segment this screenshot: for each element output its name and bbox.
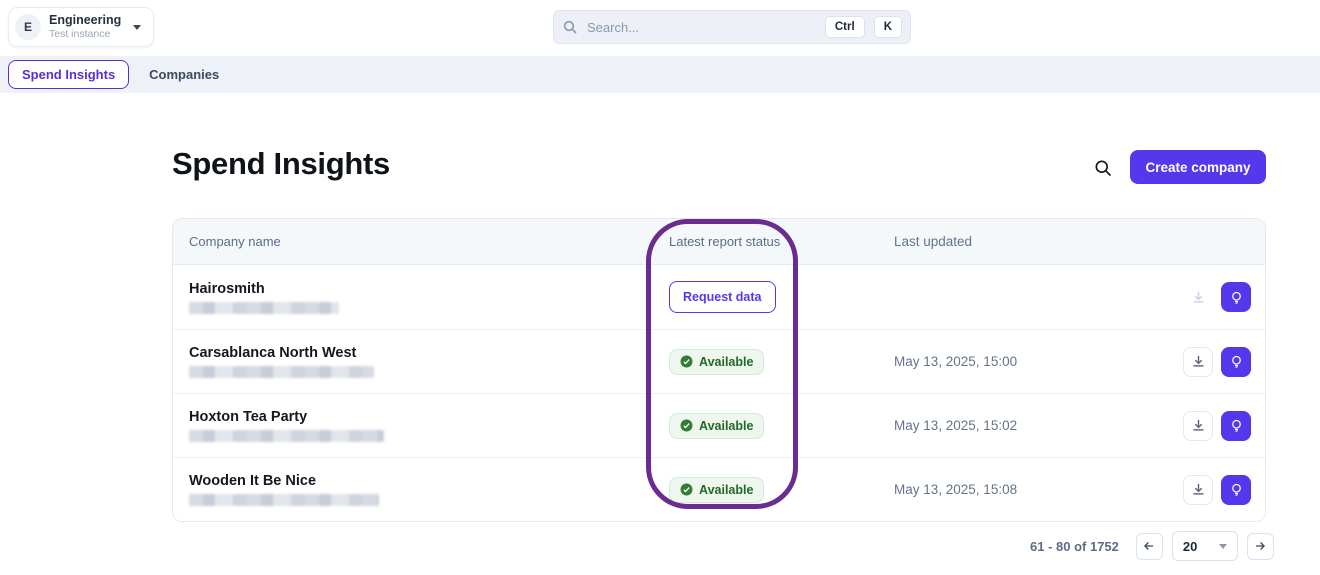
workspace-avatar: E xyxy=(15,14,41,40)
download-icon xyxy=(1193,483,1203,495)
pagination: 61 - 80 of 1752 20 xyxy=(1030,531,1274,561)
search-placeholder: Search... xyxy=(587,19,640,35)
last-updated: May 13, 2025, 15:02 xyxy=(894,418,1018,433)
create-company-button[interactable]: Create company xyxy=(1130,150,1266,184)
column-header-status: Latest report status xyxy=(669,234,781,249)
status-badge: Available xyxy=(669,348,765,375)
tab-companies[interactable]: Companies xyxy=(141,61,227,88)
redacted-subtext xyxy=(189,494,379,506)
download-button[interactable] xyxy=(1183,346,1213,377)
workspace-subtitle: Test instance xyxy=(49,28,111,41)
column-header-company: Company name xyxy=(189,234,281,249)
table-row: Hoxton Tea Party Available May 13, 2025,… xyxy=(173,393,1265,457)
redacted-subtext xyxy=(189,366,374,378)
download-icon xyxy=(1193,355,1203,367)
workspace-info: Engineering Test instance xyxy=(49,13,121,41)
global-search-input[interactable]: Search... Ctrl K xyxy=(553,10,911,44)
last-updated: May 13, 2025, 15:00 xyxy=(894,354,1018,369)
download-icon xyxy=(1193,419,1203,431)
download-button xyxy=(1183,282,1213,312)
check-circle-icon xyxy=(680,355,693,368)
last-updated: May 13, 2025, 15:08 xyxy=(894,482,1018,497)
arrow-left-icon xyxy=(1144,542,1154,550)
table-row: Wooden It Be Nice Available May 13, 2025… xyxy=(173,457,1265,521)
insights-button[interactable] xyxy=(1221,474,1251,505)
lightbulb-icon xyxy=(1231,419,1241,432)
lightbulb-icon xyxy=(1231,483,1241,496)
search-icon xyxy=(563,20,577,34)
company-name: Hoxton Tea Party xyxy=(189,409,308,425)
workspace-switcher[interactable]: E Engineering Test instance xyxy=(8,7,155,47)
page-size-value: 20 xyxy=(1182,538,1198,554)
lightbulb-icon xyxy=(1231,291,1241,304)
company-name: Hairosmith xyxy=(189,280,265,297)
download-icon xyxy=(1193,291,1203,303)
previous-page-button[interactable] xyxy=(1135,532,1163,560)
pagination-range: 61 - 80 of 1752 xyxy=(1030,538,1119,554)
redacted-subtext xyxy=(189,301,339,314)
chevron-down-icon xyxy=(133,24,142,30)
check-circle-icon xyxy=(680,483,693,496)
column-header-updated: Last updated xyxy=(894,234,973,249)
company-name: Carsablanca North West xyxy=(189,345,357,361)
page-title: Spend Insights xyxy=(172,146,390,181)
tab-spend-insights[interactable]: Spend Insights xyxy=(8,60,130,89)
companies-table: Company name Latest report status Last u… xyxy=(172,218,1266,522)
tab-bar: Spend Insights Companies xyxy=(0,56,1320,93)
keycap-ctrl: Ctrl xyxy=(824,16,865,38)
table-header-row: Company name Latest report status Last u… xyxy=(173,219,1265,265)
download-button[interactable] xyxy=(1183,474,1213,505)
chevron-down-icon xyxy=(1218,543,1227,549)
status-badge: Available xyxy=(669,412,765,439)
next-page-button[interactable] xyxy=(1246,532,1274,560)
keycap-k: K xyxy=(873,16,902,38)
redacted-subtext xyxy=(189,430,384,442)
status-badge: Available xyxy=(669,476,765,503)
insights-button[interactable] xyxy=(1221,346,1251,377)
company-name: Wooden It Be Nice xyxy=(189,473,317,489)
check-circle-icon xyxy=(680,419,693,432)
request-data-button[interactable]: Request data xyxy=(669,281,776,313)
lightbulb-icon xyxy=(1231,355,1241,368)
table-row: Carsablanca North West Available May 13,… xyxy=(173,329,1265,393)
insights-button[interactable] xyxy=(1221,410,1251,441)
page-size-select[interactable]: 20 xyxy=(1171,531,1238,561)
workspace-name: Engineering xyxy=(49,13,122,28)
table-search-icon[interactable] xyxy=(1093,158,1113,178)
table-row: Hairosmith Request data xyxy=(173,265,1265,329)
arrow-right-icon xyxy=(1256,542,1266,550)
insights-button[interactable] xyxy=(1221,282,1251,312)
download-button[interactable] xyxy=(1183,410,1213,441)
